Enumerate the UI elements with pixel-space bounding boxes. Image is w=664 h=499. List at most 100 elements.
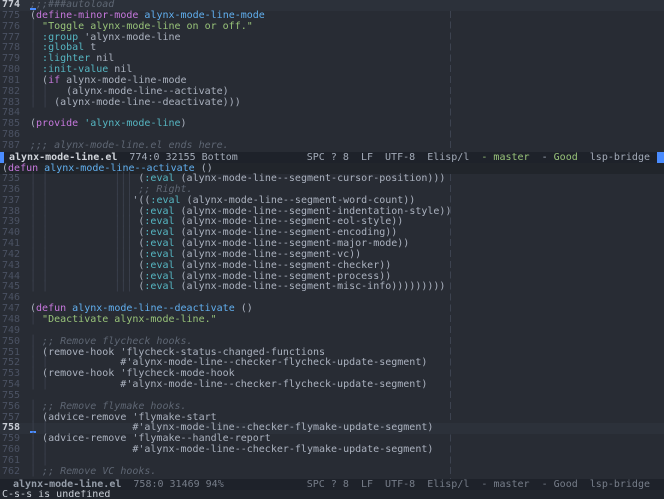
code-token: (alynx-mode-line--segment-checker)) [175, 260, 392, 271]
code-text: │ "Deactivate alynx-mode-line." [30, 315, 217, 326]
indent-guide: │ │ │││ [30, 271, 138, 282]
code-token: :group [42, 32, 78, 43]
indent-guide: │ │ │││ [30, 173, 138, 184]
code-line-760[interactable]: 760│ │ #'alynx-mode-line--checker-flymak… [0, 445, 664, 456]
line-number: 743 [0, 261, 20, 272]
indent-guide: │ [30, 75, 42, 86]
indent-guide: │ │ │││ [30, 216, 138, 227]
major-mode[interactable]: Elisp/l [415, 479, 469, 490]
code-token: (alynx-mode-line--segment-vc)) [175, 249, 362, 260]
vc-branch[interactable]: - master [469, 479, 529, 490]
code-token: (alynx-mode-line--segment-major-mode)) [175, 238, 410, 249]
code-token: ;; Remove VC hooks. [42, 466, 156, 477]
encoding[interactable]: UTF-8 [373, 152, 415, 163]
code-text: │ │ #'alynx-mode-line--checker-flycheck-… [30, 380, 427, 391]
code-token: :eval [144, 238, 174, 249]
eol-style[interactable]: LF [349, 152, 373, 163]
indent-guide: │ [30, 32, 42, 43]
code-token: :eval [144, 173, 174, 184]
code-token: #'alynx-mode-line--checker-flycheck-upda… [48, 357, 427, 368]
process[interactable]: lsp-bridge [578, 479, 650, 490]
code-line-754[interactable]: 754│ │ #'alynx-mode-line--checker-flyche… [0, 380, 664, 391]
code-token: 'alynx-mode-line [78, 32, 180, 43]
encoding[interactable]: UTF-8 [373, 479, 415, 490]
code-token: alynx-mode-line--deactivate [72, 303, 235, 314]
buffer-name[interactable]: alynx-mode-line.el [9, 152, 117, 163]
major-mode[interactable]: Elisp/l [415, 152, 469, 163]
code-token: :init-value [42, 64, 108, 75]
code-token: (alynx-mode-line--segment-indentation-st… [175, 206, 452, 217]
checker-status[interactable]: - Good [530, 479, 578, 490]
code-token: 'alynx-mode-line [84, 118, 180, 129]
cursor-position[interactable]: 774:0 32155 Bottom [117, 152, 237, 163]
code-token: :lighter [42, 53, 90, 64]
code-token: :eval [144, 281, 174, 292]
code-token: #'alynx-mode-line--checker-flymake-updat… [48, 444, 433, 455]
code-text: │ │ (alynx-mode-line--deactivate))) [30, 98, 241, 109]
code-token: provide [36, 118, 78, 129]
code-line-785[interactable]: 785(provide 'alynx-mode-line) [0, 119, 664, 130]
indent-guide: │ [30, 42, 42, 53]
code-token: :global [42, 42, 84, 53]
line-number: 782 [0, 87, 20, 98]
code-token: :eval [144, 260, 174, 271]
code-token: (alynx-mode-line--segment-cursor-positio… [175, 173, 446, 184]
code-token: :eval [144, 271, 174, 282]
code-line-745[interactable]: 745│ │ │││ (:eval (alynx-mode-line--segm… [0, 282, 664, 293]
code-token: ;;;###autoload [30, 0, 114, 10]
line-number: 737 [0, 196, 20, 207]
code-token: #'alynx-mode-line--checker-flycheck-upda… [48, 379, 427, 390]
indent-guide: │ │ │││ [30, 249, 138, 260]
indent-guide: │ │ │││ [30, 238, 138, 249]
line-number: 756 [0, 402, 20, 413]
line-number: 787 [0, 141, 20, 152]
emacs-frame: 774;;;###autoload775(define-minor-mode a… [0, 0, 664, 499]
code-token: (remove-hook 'flycheck-mode-hook [42, 368, 235, 379]
code-token: :eval [144, 216, 174, 227]
modeline-right: SPC ? 8 LF UTF-8 Elisp/l - master - Good… [307, 152, 650, 163]
checker-status[interactable]: Good [554, 152, 578, 163]
code-token: "Deactivate alynx-mode-line." [42, 314, 217, 325]
process[interactable]: lsp-bridge [578, 152, 650, 163]
checker-separator[interactable]: - [530, 152, 554, 163]
top-modeline: alynx-mode-line.el 774:0 32155 Bottom SP… [0, 152, 664, 163]
code-token: define-minor-mode [36, 10, 138, 21]
cursor-position[interactable]: 758:0 31469 94% [121, 479, 223, 490]
buffer-name[interactable]: alynx-mode-line.el [13, 479, 121, 490]
indentation-style[interactable]: SPC ? 8 [307, 479, 349, 490]
code-token: nil [90, 53, 114, 64]
code-token: () [235, 303, 253, 314]
code-line-787[interactable]: 787 ;;; alynx-mode-line.el ends here. [0, 141, 664, 152]
modeline-right: SPC ? 8 LF UTF-8 Elisp/l - master - Good… [307, 479, 650, 490]
code-token: t [84, 42, 96, 53]
code-token: ;;; alynx-mode-line.el ends here. [30, 140, 229, 151]
code-text: (provide 'alynx-mode-line) [30, 119, 187, 130]
indent-guide: │ │ │││ [30, 195, 132, 206]
code-token: :eval [144, 249, 174, 260]
code-line-777[interactable]: 777│ :group 'alynx-mode-line [0, 33, 664, 44]
indentation-style[interactable]: SPC ? 8 [307, 152, 349, 163]
indent-guide: │ │ │││ [30, 227, 138, 238]
indent-guide: │ [30, 336, 42, 347]
indent-guide: │ [30, 412, 42, 423]
indent-guide: │ │ [30, 455, 48, 466]
code-token: #'alynx-mode-line--checker-flymake-updat… [48, 422, 433, 433]
code-text: ;;; alynx-mode-line.el ends here. [30, 141, 229, 152]
code-token: (remove-hook 'flycheck-status-changed-fu… [42, 347, 325, 358]
code-token: :eval [150, 195, 180, 206]
code-line-762[interactable]: 762 │ ;; Remove VC hooks. [0, 467, 664, 478]
line-number: 762 [0, 467, 20, 478]
vc-branch[interactable]: - master [469, 152, 529, 163]
indent-guide: │ [30, 433, 42, 444]
minibuffer-echo-area[interactable]: C-s-s is undefined [0, 490, 664, 499]
code-token: alynx-mode-line-mode [144, 10, 264, 21]
code-line-783[interactable]: 783│ │ (alynx-mode-line--deactivate))) [0, 98, 664, 109]
indent-guide: │ │ │││ [30, 281, 138, 292]
eol-style[interactable]: LF [349, 479, 373, 490]
modeline-left: alynx-mode-line.el 758:0 31469 94% [0, 479, 224, 490]
code-token: (advice-remove 'flymake--handle-report [42, 433, 271, 444]
code-text: │ ;; Remove VC hooks. [30, 467, 156, 478]
indent-guide: │ │ │││ [30, 260, 138, 271]
code-line-748[interactable]: 748│ "Deactivate alynx-mode-line." [0, 315, 664, 326]
indent-guide: │ │ [30, 97, 54, 108]
